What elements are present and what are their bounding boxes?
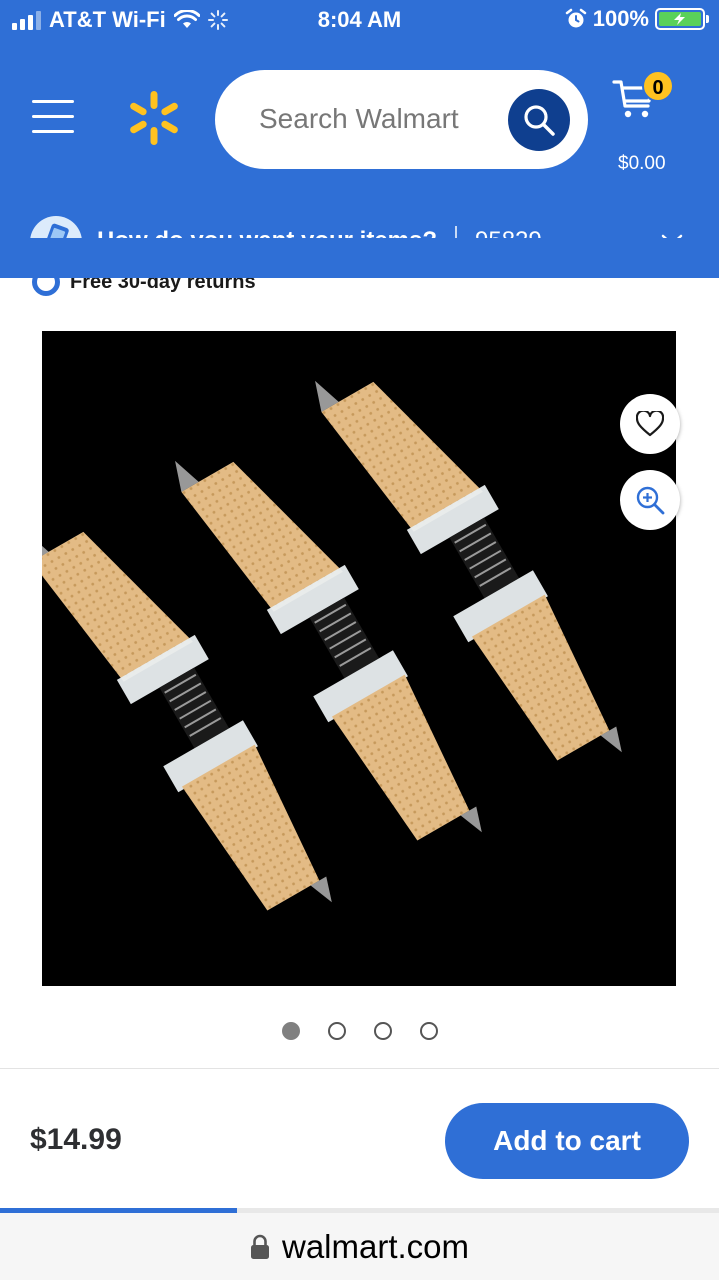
menu-button[interactable] [32, 100, 74, 136]
browser-url-bar[interactable]: walmart.com [0, 1213, 719, 1280]
zoom-in-icon [636, 486, 665, 515]
cart-count-badge: 0 [642, 70, 674, 102]
image-carousel-dots [0, 1022, 719, 1040]
status-bar: AT&T Wi-Fi 8:04 AM 100% [0, 0, 719, 40]
carousel-dot-4[interactable] [419, 1022, 438, 1040]
lock-icon [250, 1234, 269, 1259]
product-photo-icon [42, 332, 636, 949]
search-icon [524, 105, 555, 136]
carousel-dot-2[interactable] [327, 1022, 346, 1040]
battery-percent: 100% [592, 6, 649, 31]
carousel-dot-1[interactable] [281, 1022, 300, 1040]
purchase-bar: $14.99 Add to cart [0, 1068, 719, 1208]
carousel-dot-3[interactable] [373, 1022, 392, 1040]
alarm-icon [565, 8, 586, 28]
search-button[interactable] [508, 89, 570, 151]
battery-icon [655, 8, 709, 30]
zoom-button[interactable] [620, 470, 680, 530]
status-right: 100% [565, 6, 709, 32]
product-image[interactable] [42, 331, 676, 986]
cart-total: $0.00 [618, 153, 666, 174]
favorite-button[interactable] [620, 394, 680, 454]
search-input[interactable] [259, 98, 489, 140]
product-price: $14.99 [30, 1123, 122, 1156]
add-to-cart-button[interactable]: Add to cart [445, 1103, 689, 1179]
search-box [215, 70, 588, 169]
header-overlap [0, 238, 719, 278]
walmart-spark-logo[interactable] [126, 90, 182, 146]
url-text: walmart.com [281, 1227, 470, 1265]
cart-button[interactable]: 0 $0.00 [612, 68, 682, 174]
heart-icon [636, 411, 664, 437]
